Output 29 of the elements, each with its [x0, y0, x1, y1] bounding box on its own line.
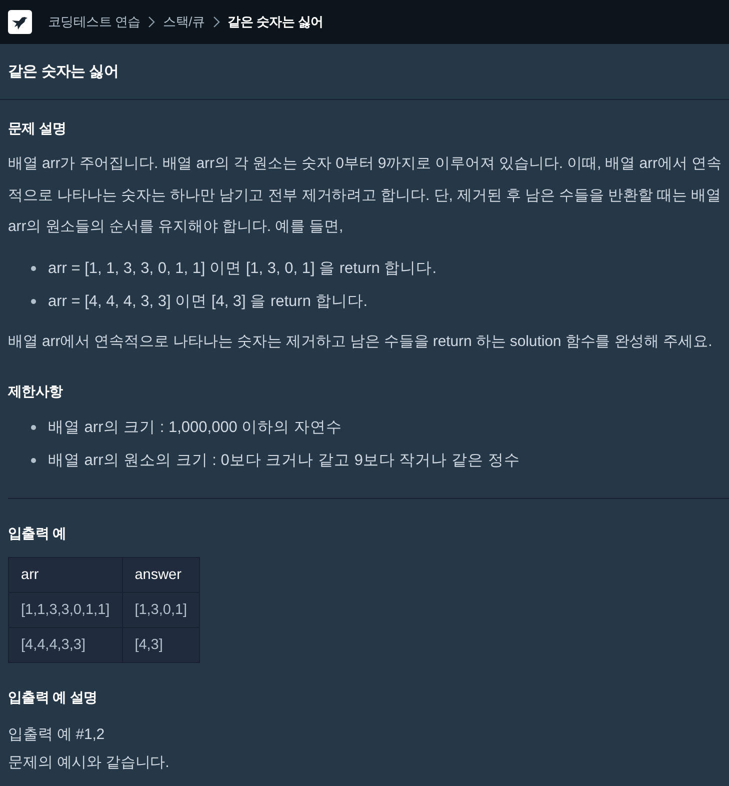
paragraph: 배열 arr가 주어집니다. 배열 arr의 각 원소는 숫자 0부터 9까지로 이루어져 있습니다. 이때, 배열 arr에서 연속적으로 나타나는 숫자는 하나만 남기고 전부 제거하려고 합니다. 단, 제거된 후 남은 수들을 반환할 때는 배열 arr의 원소들의 순서를 유지해야 합니다. 예를 들면, — [8, 154, 722, 237]
bird-logo-icon[interactable] — [8, 10, 32, 34]
paragraph: 입출력 예 #1,2 — [8, 725, 106, 745]
table-header-cell: answer — [122, 558, 200, 592]
bullet-icon — [31, 425, 36, 430]
paragraph: 배열 arr에서 연속적으로 나타나는 숫자는 제거하고 남은 수들을 return 하는 solution 함수를 완성해 주세요. — [8, 332, 714, 352]
list-item-text: 배열 arr의 크기 : 1,000,000 이하의 자연수 — [48, 418, 342, 438]
bullet-icon — [31, 266, 36, 270]
section-heading: 제한사항 — [8, 382, 64, 401]
breadcrumb-link[interactable]: 스택/큐 — [163, 12, 205, 32]
bullet-icon — [31, 458, 36, 463]
problem-title: 같은 숫자는 싫어 — [8, 62, 119, 82]
table-cell: [1,1,3,3,0,1,1] — [8, 592, 122, 628]
chevron-right-icon — [212, 16, 220, 28]
breadcrumb-current: 같은 숫자는 싫어 — [228, 13, 324, 31]
table-cell: [4,4,4,3,3] — [8, 628, 122, 662]
paragraph: 문제의 예시와 같습니다. — [8, 753, 170, 773]
list-item-text: arr = [1, 1, 3, 3, 0, 1, 1] 이면 [1, 3, 0, 1] 을 return 합니다. — [48, 258, 437, 278]
section-heading: 입출력 예 설명 — [8, 688, 98, 707]
section-heading: 입출력 예 — [8, 524, 68, 543]
list-item-text: arr = [4, 4, 4, 3, 3] 이면 [4, 3] 을 return 합니다. — [48, 292, 368, 312]
table-cell: [1,3,0,1] — [122, 592, 200, 628]
bullet-icon — [31, 298, 36, 304]
table-header-cell: arr — [8, 558, 122, 592]
section-heading: 문제 설명 — [8, 119, 68, 138]
chevron-right-icon — [148, 16, 156, 28]
table-cell: [4,3] — [122, 628, 200, 662]
list-item-text: 배열 arr의 원소의 크기 : 0보다 크거나 같고 9보다 작거나 같은 정수 — [48, 451, 520, 471]
breadcrumb-link[interactable]: 코딩테스트 연습 — [48, 12, 140, 32]
